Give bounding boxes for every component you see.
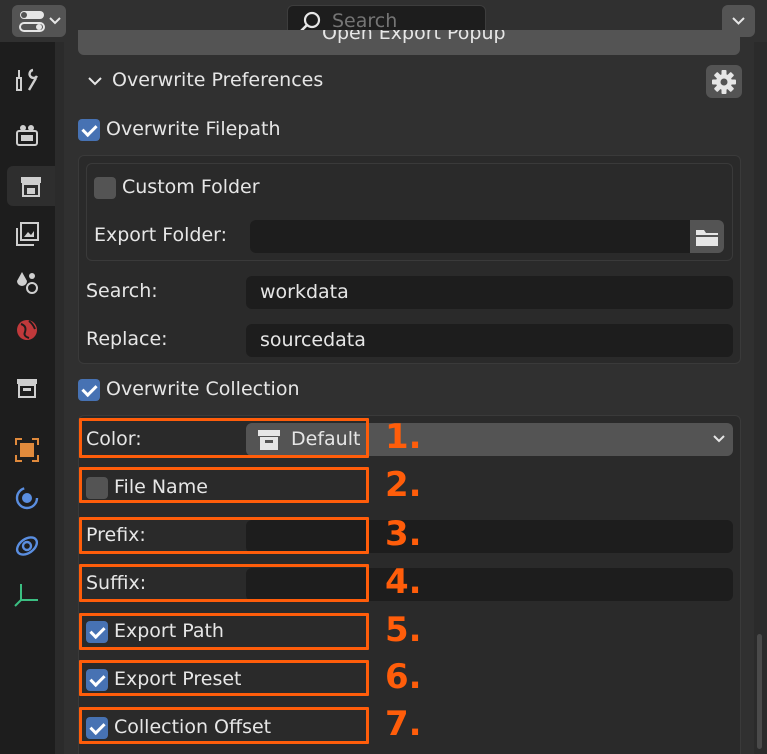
browse-folder-button[interactable]	[690, 220, 724, 253]
custom-folder-checkbox[interactable]	[94, 177, 116, 199]
search-label: Search:	[86, 280, 158, 302]
export-folder-label: Export Folder:	[94, 224, 228, 246]
annotation-box-7	[79, 707, 369, 744]
annotation-number-3: 3.	[385, 514, 422, 554]
chevron-down-icon[interactable]	[86, 72, 104, 90]
annotation-number-5: 5.	[385, 610, 422, 650]
annotation-number-6: 6.	[385, 657, 422, 697]
scene-icon[interactable]	[7, 262, 47, 302]
properties-tabs-sidebar	[0, 42, 55, 754]
view-layer-icon[interactable]	[7, 214, 47, 254]
search-value: workdata	[260, 281, 349, 303]
open-export-popup-button[interactable]: Open Export Popup	[78, 30, 740, 55]
annotation-box-5	[79, 613, 369, 650]
overwrite-filepath-label: Overwrite Filepath	[106, 118, 281, 140]
scrollbar[interactable]	[757, 634, 762, 749]
annotation-number-1: 1.	[385, 417, 422, 457]
annotation-box-1	[79, 418, 369, 458]
gear-icon	[712, 69, 736, 94]
object-icon[interactable]	[7, 430, 47, 470]
constraints-icon[interactable]	[7, 526, 47, 566]
tool-icon[interactable]	[7, 60, 47, 100]
editor-type-button[interactable]	[12, 5, 66, 37]
output-icon[interactable]	[7, 166, 55, 206]
render-icon[interactable]	[7, 116, 47, 156]
panel-title: Overwrite Preferences	[112, 69, 324, 91]
overwrite-collection-checkbox[interactable]	[78, 379, 100, 401]
overwrite-filepath-checkbox[interactable]	[78, 119, 100, 141]
physics-icon[interactable]	[7, 478, 47, 518]
annotation-box-4	[79, 564, 369, 602]
annotation-box-2	[79, 467, 369, 503]
annotation-box-3	[79, 517, 369, 554]
folder-icon	[696, 229, 718, 246]
export-folder-field[interactable]	[250, 220, 692, 253]
replace-value: sourcedata	[260, 329, 366, 351]
data-icon[interactable]	[7, 574, 47, 614]
annotation-number-7: 7.	[385, 704, 422, 744]
panel-settings-button[interactable]	[706, 65, 742, 98]
replace-field[interactable]: sourcedata	[246, 324, 733, 357]
collection-icon[interactable]	[7, 368, 47, 408]
chevron-down-icon	[713, 435, 725, 443]
replace-label: Replace:	[86, 328, 168, 350]
search-placeholder: Search	[332, 10, 398, 32]
open-export-popup-label: Open Export Popup	[322, 30, 506, 44]
annotation-box-6	[79, 660, 369, 696]
annotation-number-4: 4.	[385, 562, 422, 602]
annotation-number-2: 2.	[385, 465, 422, 505]
search-field[interactable]: workdata	[246, 276, 733, 309]
custom-folder-label: Custom Folder	[122, 176, 260, 198]
world-icon[interactable]	[7, 310, 47, 350]
overwrite-collection-label: Overwrite Collection	[106, 378, 300, 400]
